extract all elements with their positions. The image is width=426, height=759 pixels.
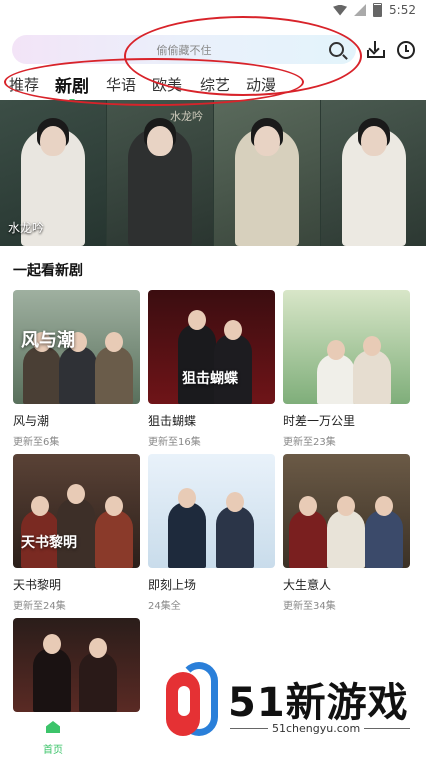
poster	[148, 454, 275, 568]
download-icon[interactable]	[365, 39, 387, 61]
poster	[13, 618, 140, 712]
banner-calligraphy: 水龙吟	[170, 110, 203, 123]
poster: 狙击蝴蝶	[148, 290, 275, 404]
drama-card[interactable]: 狙击蝴蝶 狙击蝴蝶 更新至16集	[148, 290, 275, 448]
banner-caption: 水龙吟	[8, 221, 45, 235]
drama-card[interactable]: 即刻上场 24集全	[148, 454, 275, 612]
banner-panel	[321, 100, 426, 246]
watermark-url: 51chengyu.com	[272, 722, 361, 735]
tab-recommend[interactable]: 推荐	[9, 74, 39, 95]
drama-card[interactable]: 时差一万公里 更新至23集	[283, 290, 410, 448]
poster	[283, 290, 410, 404]
drama-name: 大生意人	[283, 578, 332, 592]
bottom-nav: 首页	[0, 712, 150, 759]
signal-icon	[354, 4, 367, 16]
drama-card[interactable]: 天书黎明 天书黎明 更新至24集	[13, 454, 140, 612]
wifi-icon	[333, 4, 348, 16]
status-bar: 5:52	[0, 0, 426, 22]
home-icon	[46, 721, 60, 733]
drama-name: 狙击蝴蝶	[148, 414, 197, 428]
drama-name: 天书黎明	[13, 578, 62, 592]
watermark-logo	[166, 662, 218, 740]
banner-panel: 水龙吟	[107, 100, 213, 246]
status-time: 5:52	[389, 3, 416, 17]
tab-new-drama[interactable]: 新剧	[55, 72, 89, 102]
episode-status: 更新至6集	[13, 437, 60, 448]
section-title: 一起看新剧	[13, 263, 83, 279]
poster-title: 天书黎明	[21, 535, 77, 551]
poster	[283, 454, 410, 568]
poster: 天书黎明	[13, 454, 140, 568]
drama-card[interactable]: 风与潮 风与潮 更新至6集	[13, 290, 140, 448]
tab-label: 新剧	[55, 77, 89, 97]
tab-chinese[interactable]: 华语	[106, 74, 136, 95]
category-tabs: 推荐 新剧 华语 欧美 综艺 动漫	[0, 68, 300, 102]
tab-western[interactable]: 欧美	[152, 74, 182, 95]
watermark: 51新游戏 51chengyu.com	[152, 640, 426, 759]
battery-icon	[373, 3, 383, 17]
divider	[364, 728, 410, 729]
banner-panel	[214, 100, 320, 246]
search-bar[interactable]: 偷偷藏不住	[12, 35, 356, 64]
poster: 风与潮	[13, 290, 140, 404]
drama-card[interactable]	[13, 618, 140, 712]
poster-title: 风与潮	[21, 330, 75, 351]
divider	[230, 728, 268, 729]
tab-variety[interactable]: 综艺	[200, 74, 230, 95]
nav-home-label: 首页	[43, 745, 63, 756]
drama-name: 即刻上场	[148, 578, 197, 592]
history-icon[interactable]	[395, 39, 417, 61]
drama-card[interactable]: 大生意人 更新至34集	[283, 454, 410, 612]
search-placeholder: 偷偷藏不住	[156, 44, 212, 57]
episode-status: 更新至23集	[283, 437, 336, 448]
episode-status: 更新至16集	[148, 437, 201, 448]
poster-title: 狙击蝴蝶	[182, 371, 238, 387]
tab-anime[interactable]: 动漫	[246, 74, 276, 95]
search-icon[interactable]	[329, 42, 344, 57]
drama-name: 风与潮	[13, 414, 50, 428]
episode-status: 更新至34集	[283, 601, 336, 612]
watermark-brand: 51新游戏	[228, 680, 409, 726]
drama-name: 时差一万公里	[283, 414, 356, 428]
episode-status: 更新至24集	[13, 601, 66, 612]
hero-banner[interactable]: 水龙吟 水龙吟	[0, 100, 426, 246]
episode-status: 24集全	[148, 601, 181, 612]
